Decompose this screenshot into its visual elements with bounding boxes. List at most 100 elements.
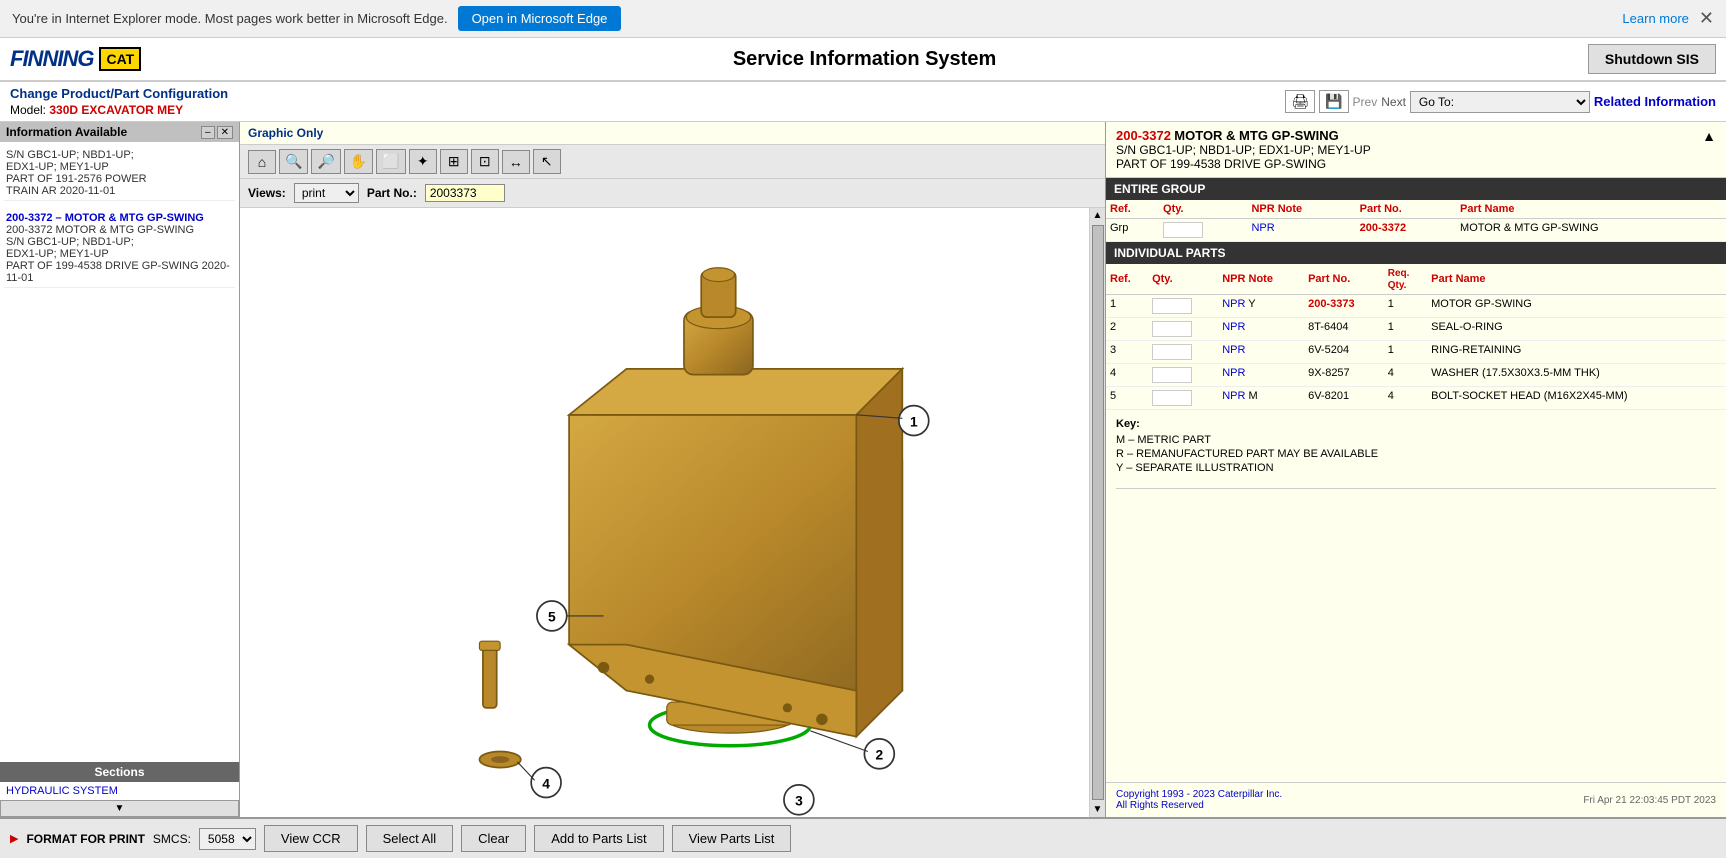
cat-logo: CAT [99,47,141,71]
grp-qty-input[interactable] [1163,222,1203,238]
related-information-link[interactable]: Related Information [1594,94,1716,109]
col-partno2: Part No. [1304,264,1384,295]
col-req-qty: Req.Qty. [1384,264,1427,295]
info-panel-header: 200-3372 MOTOR & MTG GP-SWING S/N GBC1-U… [1106,122,1726,178]
tool-fit-button[interactable]: ⊞ [440,149,468,174]
clear-button[interactable]: Clear [461,825,526,852]
tool-cursor-button[interactable]: ↖ [533,149,561,174]
view-ccr-button[interactable]: View CCR [264,825,358,852]
tool-pan-button[interactable]: ✋ [344,149,373,174]
finning-logo: FINNING [10,46,93,72]
sidebar-header: Information Available – ✕ [0,122,239,142]
individual-header-row: Ref. Qty. NPR Note Part No. Req.Qty. Par… [1106,264,1726,295]
model-info: Model: 330D EXCAVATOR MEY [10,103,228,117]
table-row: 5 NPR M 6V-8201 4 BOLT-SOCKET HEAD (M16X… [1106,387,1726,410]
row5-npr-link[interactable]: NPR [1222,390,1245,402]
tool-home-button[interactable]: ⌂ [248,150,276,174]
row2-qty-input[interactable] [1152,321,1192,337]
scroll-down-arrow[interactable]: ▼ [1091,802,1105,817]
row2-npr-link[interactable]: NPR [1222,321,1245,333]
grp-ref: Grp [1106,219,1159,242]
open-in-edge-button[interactable]: Open in Microsoft Edge [458,6,622,31]
scroll-up-arrow[interactable]: ▲ [1091,208,1105,223]
grp-partname: MOTOR & MTG GP-SWING [1456,219,1726,242]
row5-qty [1148,387,1218,410]
row5-qty-input[interactable] [1152,390,1192,406]
tool-zoom-in-button[interactable]: 🔍 [279,149,308,174]
row1-partno-link[interactable]: 200-3373 [1308,298,1355,310]
individual-parts-header: INDIVIDUAL PARTS [1106,242,1726,264]
grp-partno-link[interactable]: 200-3372 [1360,222,1407,234]
tool-expand-button[interactable]: ⊡ [471,149,499,174]
sidebar: Information Available – ✕ S/N GBC1-UP; N… [0,122,240,817]
row4-partno: 9X-8257 [1304,364,1384,387]
entire-group-row: Grp NPR 200-3372 MOTOR & MTG GP-SWING [1106,219,1726,242]
col-ref: Ref. [1106,200,1159,219]
row4-qty [1148,364,1218,387]
sidebar-entry-1: S/N GBC1-UP; NBD1-UP;EDX1-UP; MEY1-UPPAR… [4,146,235,201]
sub-header: Change Product/Part Configuration Model:… [0,82,1726,122]
row1-ref: 1 [1106,295,1148,318]
row3-qty-input[interactable] [1152,344,1192,360]
row4-ref: 4 [1106,364,1148,387]
goto-select[interactable]: Go To: [1410,91,1590,113]
copyright-link[interactable]: Copyright 1993 - 2023 Caterpillar Inc.Al… [1116,789,1282,811]
select-all-button[interactable]: Select All [366,825,453,852]
format-arrow: ▶ [10,832,18,845]
row4-qty-input[interactable] [1152,367,1192,383]
row4-npr-link[interactable]: NPR [1222,367,1245,379]
part-main-title: 200-3372 MOTOR & MTG GP-SWING [1116,128,1702,143]
page-title: Service Information System [141,48,1588,71]
learn-more-link[interactable]: Learn more [1622,11,1688,26]
tool-zoom-out-button[interactable]: 🔎 [311,149,340,174]
key-section: Key: M – METRIC PART R – REMANUFACTURED … [1106,410,1726,484]
views-label: Views: [248,186,286,200]
part-reference: 200-3372 [1116,128,1171,143]
row5-name: BOLT-SOCKET HEAD (M16X2X45-MM) [1427,387,1726,410]
part-sn: S/N GBC1-UP; NBD1-UP; EDX1-UP; MEY1-UP [1116,143,1702,157]
prev-button[interactable]: Prev [1353,95,1378,109]
sidebar-entry-2-text: 200-3372 MOTOR & MTG GP-SWINGS/N GBC1-UP… [6,224,230,284]
sidebar-minimize-button[interactable]: – [201,126,215,139]
grp-npr-link[interactable]: NPR [1251,222,1274,234]
sidebar-part-link[interactable]: 200-3372 – MOTOR & MTG GP-SWING [6,212,204,224]
ie-banner-close-button[interactable]: ✕ [1699,8,1714,29]
partno-value: 2003373 [425,184,505,202]
tool-zoom-rect-button[interactable]: ⬜ [376,149,405,174]
sidebar-hydraulic-link[interactable]: HYDRAULIC SYSTEM [0,782,239,800]
sidebar-close-button[interactable]: ✕ [217,126,233,139]
graphic-scroll-bar[interactable]: ▲ ▼ [1089,208,1105,817]
smcs-select[interactable]: 5058 [199,828,256,850]
change-product-link[interactable]: Change Product/Part Configuration [10,86,228,101]
view-parts-list-button[interactable]: View Parts List [672,825,792,852]
part-of: PART OF 199-4538 DRIVE GP-SWING [1116,157,1702,171]
row2-ref: 2 [1106,318,1148,341]
tool-rotate-button[interactable]: ✦ [409,149,437,174]
smcs-label: SMCS: [153,832,191,846]
svg-text:3: 3 [795,794,803,809]
row1-qty-input[interactable] [1152,298,1192,314]
print-icon-button[interactable]: 🖨 [1285,90,1315,113]
row3-qty [1148,341,1218,364]
graphic-toolbar: ⌂ 🔍 🔎 ✋ ⬜ ✦ ⊞ ⊡ ↔ ↖ [240,145,1105,179]
row3-npr-link[interactable]: NPR [1222,344,1245,356]
bottom-toolbar: ▶ FORMAT FOR PRINT SMCS: 5058 View CCR S… [0,817,1726,858]
save-icon-button[interactable]: 💾 [1319,90,1348,113]
next-button[interactable]: Next [1381,95,1406,109]
panel-collapse-button[interactable]: ▲ [1702,128,1716,144]
col-partno: Part No. [1356,200,1456,219]
row3-name: RING-RETAINING [1427,341,1726,364]
sidebar-header-buttons: – ✕ [201,126,233,139]
add-to-parts-button[interactable]: Add to Parts List [534,825,663,852]
row1-npr-link[interactable]: NPR [1222,298,1245,310]
row5-partno: 6V-8201 [1304,387,1384,410]
row2-name: SEAL-O-RING [1427,318,1726,341]
format-label: FORMAT FOR PRINT [26,832,144,846]
sidebar-scroll-down[interactable]: ▼ [0,800,239,817]
views-select[interactable]: print screen [294,183,359,203]
shutdown-sis-button[interactable]: Shutdown SIS [1588,44,1716,74]
col-partname: Part Name [1456,200,1726,219]
tool-select-button[interactable]: ↔ [502,150,530,174]
ie-banner-right: Learn more ✕ [1622,8,1714,29]
info-panel-title-area: 200-3372 MOTOR & MTG GP-SWING S/N GBC1-U… [1116,128,1702,171]
